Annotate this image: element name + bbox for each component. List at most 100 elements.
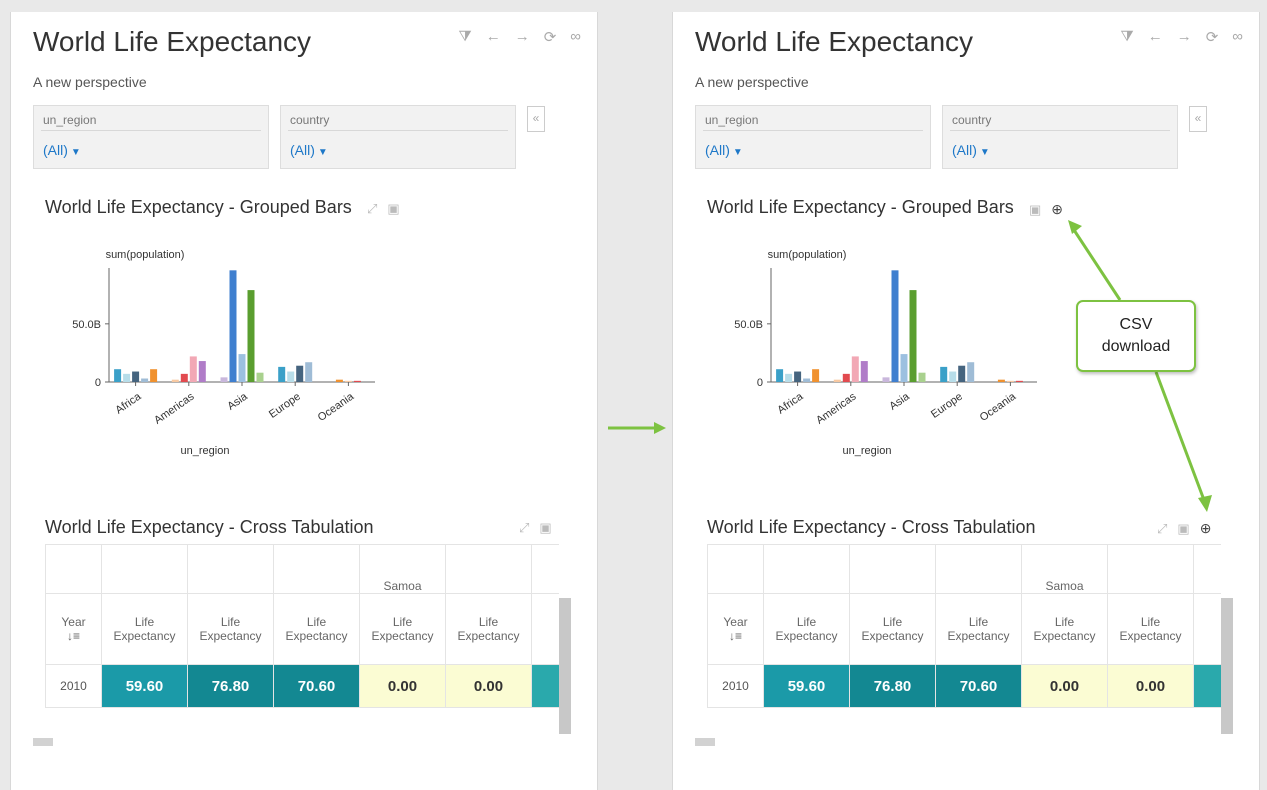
forward-arrow-icon[interactable]: →: [515, 28, 530, 46]
y-tick-label: 50.0B: [734, 319, 763, 331]
cross-tab-table-wrap: Samoa Year ↓≡ Life Expectancy Life Expect…: [707, 544, 1221, 732]
x-tick-label: Africa: [113, 390, 144, 416]
horizontal-scrollbar[interactable]: [33, 738, 53, 746]
table-header-row: Year ↓≡ Life Expectancy Life Expectancy L…: [45, 593, 559, 665]
table-cell: [763, 544, 850, 594]
table-cell: [187, 544, 274, 594]
column-header: Life Expectancy: [1021, 593, 1108, 665]
table-cell: [445, 544, 532, 594]
table-cell: 2010: [45, 664, 102, 708]
filter-dropdown[interactable]: (All) ▼: [290, 142, 328, 158]
dashboard-panel-after: World Life Expectancy A new perspective …: [672, 12, 1260, 790]
table-cell: [101, 544, 188, 594]
bar: [958, 365, 966, 382]
table-cell: [849, 544, 936, 594]
table-cell: 70.60: [935, 664, 1022, 708]
column-header: Ex: [531, 593, 559, 665]
divider: [288, 130, 508, 131]
filter-un-region[interactable]: un_region (All) ▼: [33, 105, 269, 169]
filter-label: un_region: [705, 113, 759, 127]
bar: [180, 373, 188, 382]
sort-icon[interactable]: ↓≡: [67, 629, 80, 643]
filter-dropdown[interactable]: (All) ▼: [705, 142, 743, 158]
bar: [353, 380, 361, 382]
dashboard-toolbar: ⧩ ← → ⟳ ∞: [1120, 28, 1243, 46]
back-arrow-icon[interactable]: ←: [1148, 28, 1163, 46]
image-icon[interactable]: ▣: [1029, 202, 1041, 218]
image-icon[interactable]: ▣: [539, 520, 551, 536]
divider: [950, 130, 1170, 131]
image-icon[interactable]: ▣: [1177, 521, 1189, 537]
y-tick-label: 50.0B: [72, 319, 101, 331]
table-cell: [707, 544, 764, 594]
filter-value: (All): [705, 142, 730, 158]
caret-down-icon: ▼: [732, 147, 743, 158]
bar: [860, 361, 868, 382]
y-axis-label: sum(population): [106, 249, 185, 261]
vertical-scrollbar[interactable]: [559, 598, 571, 734]
caret-down-icon: ▼: [317, 147, 328, 158]
year-header[interactable]: Year ↓≡: [707, 593, 764, 665]
bar: [296, 365, 304, 382]
link-icon[interactable]: ∞: [1232, 28, 1243, 46]
expand-icon[interactable]: ⤢: [519, 520, 529, 536]
horizontal-scrollbar[interactable]: [695, 738, 715, 746]
cross-tab-table: Samoa Year ↓≡ Life Expectancy Life Expect…: [707, 544, 1221, 708]
x-tick-label: Europe: [267, 391, 303, 421]
table-cell: [45, 544, 102, 594]
table-cell: 59.60: [101, 664, 188, 708]
bar: [238, 354, 246, 382]
bar: [114, 369, 122, 382]
cross-tab-table-wrap: Samoa Year ↓≡ Life Expectancy Life Expect…: [45, 544, 559, 732]
column-header: Life Expectancy: [187, 593, 274, 665]
x-tick-label: Americas: [814, 390, 859, 426]
collapse-filters-button[interactable]: «: [527, 106, 545, 132]
column-header: Life Expectancy: [935, 593, 1022, 665]
forward-arrow-icon[interactable]: →: [1177, 28, 1192, 46]
grouped-bars-title: World Life Expectancy - Grouped Bars: [45, 197, 352, 217]
table-cell: 0.00: [445, 664, 532, 708]
dashboard-panel-before: World Life Expectancy A new perspective …: [10, 12, 598, 790]
x-tick-label: Asia: [887, 390, 912, 413]
download-icon[interactable]: ⊕: [1200, 520, 1212, 537]
table-cell: 0.00: [359, 664, 446, 708]
dashboard-title: World Life Expectancy: [695, 26, 974, 57]
table-cell: 59.60: [763, 664, 850, 708]
filter-icon[interactable]: ⧩: [1120, 28, 1133, 46]
callout-line-2: download: [1101, 338, 1171, 355]
sort-icon[interactable]: ↓≡: [729, 629, 742, 643]
collapse-filters-button[interactable]: «: [1189, 106, 1207, 132]
table-cell: 0.00: [1107, 664, 1194, 708]
filter-country[interactable]: country (All) ▼: [942, 105, 1178, 169]
image-icon[interactable]: ▣: [387, 201, 399, 217]
bar: [1006, 380, 1014, 382]
cross-tab-title: World Life Expectancy - Cross Tabulation: [45, 517, 374, 537]
filter-country[interactable]: country (All) ▼: [280, 105, 516, 169]
table-cell: [531, 664, 559, 708]
link-icon[interactable]: ∞: [570, 28, 581, 46]
y-axis-label: sum(population): [768, 249, 847, 261]
filter-un-region[interactable]: un_region (All) ▼: [695, 105, 931, 169]
download-icon[interactable]: ⊕: [1051, 201, 1063, 218]
column-header: Life Expectancy: [273, 593, 360, 665]
bar: [851, 356, 859, 382]
year-header[interactable]: Year ↓≡: [45, 593, 102, 665]
grouped-bar-chart: sum(population) 0 50.0B Africa Americas Asia E…: [734, 249, 1037, 457]
filter-label: country: [952, 113, 992, 127]
column-header: Year: [723, 615, 748, 629]
table-row: 2010 59.60 76.80 70.60 0.00 0.00: [45, 664, 559, 708]
column-header: Year: [61, 615, 86, 629]
filter-dropdown[interactable]: (All) ▼: [952, 142, 990, 158]
expand-icon[interactable]: ⤢: [1157, 521, 1167, 537]
filter-icon[interactable]: ⧩: [458, 28, 471, 46]
cross-tab-table: Samoa Year ↓≡ Life Expectancy Life Expect…: [45, 544, 559, 708]
bar: [812, 369, 820, 382]
refresh-icon[interactable]: ⟳: [1206, 28, 1219, 46]
refresh-icon[interactable]: ⟳: [544, 28, 557, 46]
vertical-scrollbar[interactable]: [1221, 598, 1233, 734]
x-tick-label: Asia: [225, 390, 250, 413]
table-row: Samoa: [45, 544, 559, 594]
back-arrow-icon[interactable]: ←: [486, 28, 501, 46]
filter-dropdown[interactable]: (All) ▼: [43, 142, 81, 158]
expand-icon[interactable]: ⤢: [367, 201, 377, 217]
